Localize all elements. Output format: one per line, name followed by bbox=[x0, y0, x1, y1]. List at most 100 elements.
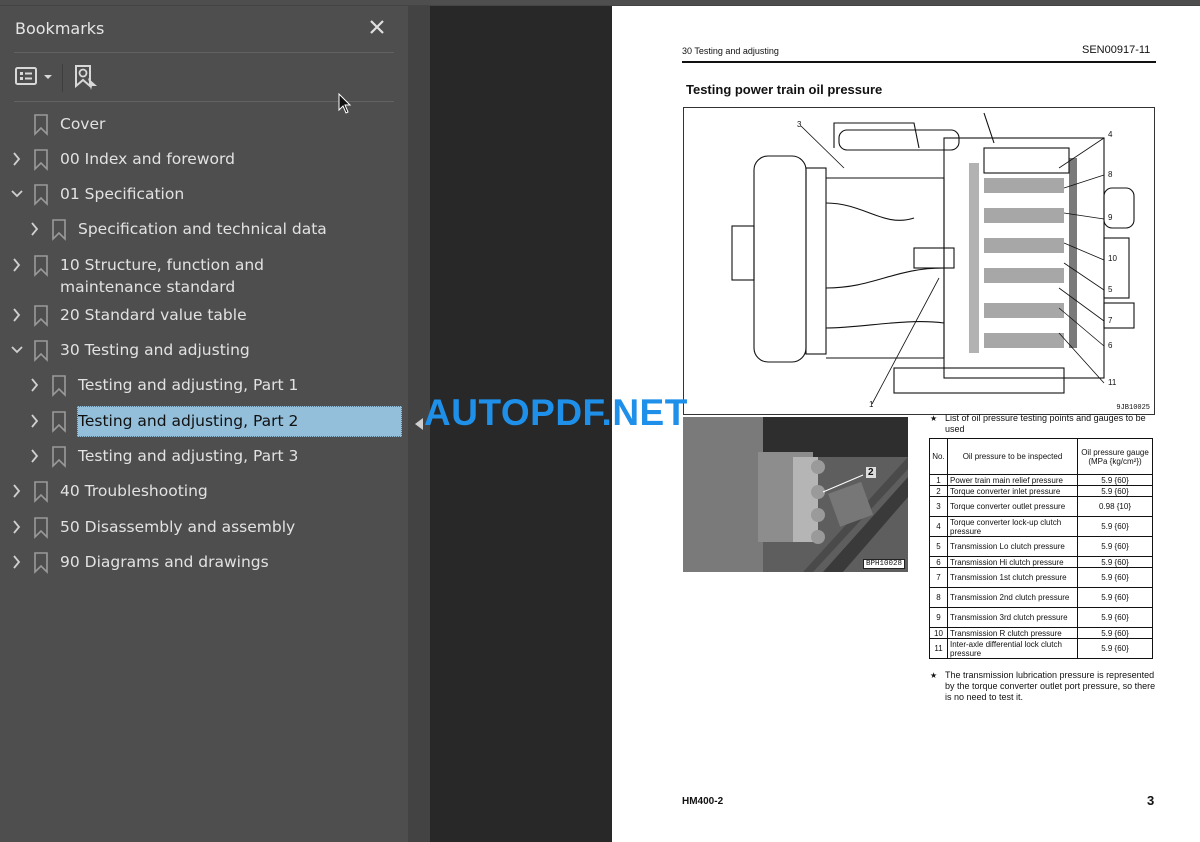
row-item: Transmission 1st clutch pressure bbox=[947, 567, 1078, 588]
pdf-page: 30 Testing and adjusting SEN00917-11 Tes… bbox=[612, 6, 1200, 842]
chevron-right-icon[interactable] bbox=[10, 257, 24, 273]
bookmark-icon bbox=[34, 517, 48, 539]
star-icon: ★ bbox=[930, 671, 938, 680]
chevron-right-icon[interactable] bbox=[10, 151, 24, 167]
row-gauge: 5.9 {60} bbox=[1077, 567, 1153, 588]
row-gauge: 5.9 {60} bbox=[1077, 587, 1153, 608]
table-row: 11 Inter-axle differential lock clutch pr… bbox=[929, 638, 1153, 659]
callout-7: 7 bbox=[1108, 316, 1113, 325]
find-current-bookmark-button[interactable] bbox=[72, 64, 100, 90]
bookmark-item[interactable]: Testing and adjusting, Part 2 bbox=[0, 406, 408, 437]
chevron-right-icon[interactable] bbox=[10, 307, 24, 323]
table-row: 9 Transmission 3rd clutch pressure 5.9 {60… bbox=[929, 607, 1153, 628]
bookmark-icon bbox=[34, 340, 48, 362]
bookmark-icon bbox=[34, 149, 48, 171]
table-row: 5 Transmission Lo clutch pressure 5.9 {60} bbox=[929, 536, 1153, 557]
bookmarks-toolbar bbox=[14, 58, 394, 98]
bookmark-label: 00 Index and foreword bbox=[60, 150, 235, 168]
bookmark-icon bbox=[52, 446, 66, 468]
row-item: Transmission 2nd clutch pressure bbox=[947, 587, 1078, 608]
bookmark-icon bbox=[52, 375, 66, 397]
bookmark-icon bbox=[52, 411, 66, 433]
bookmark-label: Testing and adjusting, Part 2 bbox=[78, 412, 299, 430]
transmission-drawing bbox=[731, 112, 1135, 405]
collapse-panel-arrow-icon[interactable] bbox=[415, 418, 423, 430]
close-icon bbox=[370, 20, 384, 34]
row-number: 9 bbox=[929, 607, 948, 628]
row-number: 11 bbox=[929, 638, 948, 659]
row-number: 4 bbox=[929, 516, 948, 537]
table-row: 7 Transmission 1st clutch pressure 5.9 {60… bbox=[929, 567, 1153, 588]
bookmark-options-button[interactable] bbox=[14, 64, 54, 90]
bookmark-label: Cover bbox=[60, 115, 106, 133]
bookmark-item[interactable]: 01 Specification bbox=[0, 179, 408, 209]
panel-title: Bookmarks bbox=[15, 19, 105, 38]
close-panel-button[interactable] bbox=[366, 16, 388, 38]
row-item: Transmission 3rd clutch pressure bbox=[947, 607, 1078, 628]
bookmark-item[interactable]: 30 Testing and adjusting bbox=[0, 335, 408, 365]
bookmark-item[interactable]: 90 Diagrams and drawings bbox=[0, 547, 408, 577]
star-icon: ★ bbox=[930, 414, 938, 423]
header-gauge: Oil pressure gauge (MPa {kg/cm²}) bbox=[1077, 438, 1153, 475]
list-options-icon bbox=[15, 67, 52, 85]
table-row: 4 Torque converter lock-up clutch pressur… bbox=[929, 516, 1153, 537]
bookmark-item[interactable]: Testing and adjusting, Part 3 bbox=[0, 441, 408, 471]
photo-code: BPH10028 bbox=[862, 559, 905, 569]
footer-model: HM400-2 bbox=[682, 796, 724, 807]
page-number: 3 bbox=[1147, 793, 1155, 808]
table-row: 1 Power train main relief pressure 5.9 {60… bbox=[929, 474, 1153, 486]
row-item: Torque converter lock-up clutch pressure bbox=[947, 516, 1078, 537]
oil-pressure-table: No. Oil pressure to be inspected Oil pre… bbox=[929, 438, 1153, 659]
chevron-right-icon[interactable] bbox=[28, 221, 42, 237]
toolbar-separator bbox=[62, 64, 63, 92]
row-item: Power train main relief pressure bbox=[947, 474, 1078, 486]
figure-code: 9JB10025 bbox=[1116, 404, 1150, 412]
table-row: 6 Transmission Hi clutch pressure 5.9 {60} bbox=[929, 556, 1153, 568]
bookmark-icon bbox=[34, 552, 48, 574]
bookmark-icon bbox=[34, 481, 48, 503]
chevron-right-icon[interactable] bbox=[10, 519, 24, 535]
row-number: 5 bbox=[929, 536, 948, 557]
bookmark-item[interactable]: 50 Disassembly and assembly bbox=[0, 512, 408, 542]
page-header-doc-id: SEN00917-11 bbox=[1082, 44, 1151, 56]
callout-10: 10 bbox=[1108, 254, 1117, 263]
chevron-right-icon[interactable] bbox=[28, 448, 42, 464]
panel-divider bbox=[14, 52, 394, 53]
bookmark-label: 40 Troubleshooting bbox=[60, 482, 208, 500]
callout-6: 6 bbox=[1108, 341, 1113, 350]
bottom-note: The transmission lubrication pressure is… bbox=[945, 670, 1156, 702]
chevron-right-icon[interactable] bbox=[28, 377, 42, 393]
header-rule bbox=[682, 61, 1156, 63]
bookmark-item[interactable]: Specification and technical data bbox=[0, 214, 408, 244]
row-item: Transmission R clutch pressure bbox=[947, 627, 1078, 639]
bookmark-icon bbox=[34, 305, 48, 327]
bookmark-label: Specification and technical data bbox=[78, 220, 327, 238]
bookmark-label: 30 Testing and adjusting bbox=[60, 341, 250, 359]
chevron-right-icon[interactable] bbox=[10, 483, 24, 499]
bookmark-label: 90 Diagrams and drawings bbox=[60, 553, 269, 571]
table-header-row: No. Oil pressure to be inspected Oil pre… bbox=[929, 438, 1153, 475]
bookmark-item[interactable]: 00 Index and foreword bbox=[0, 144, 408, 174]
chevron-right-icon[interactable] bbox=[10, 554, 24, 570]
callout-5: 5 bbox=[1108, 285, 1113, 294]
chevron-down-icon[interactable] bbox=[10, 342, 24, 358]
bookmark-label: Testing and adjusting, Part 3 bbox=[78, 447, 299, 465]
chevron-right-icon[interactable] bbox=[28, 413, 42, 429]
find-current-bookmark-icon bbox=[75, 65, 97, 90]
row-gauge: 5.9 {60} bbox=[1077, 607, 1153, 628]
callout-9: 9 bbox=[1108, 213, 1113, 222]
callout-8: 8 bbox=[1108, 170, 1113, 179]
bookmark-label: 20 Standard value table bbox=[60, 306, 247, 324]
chevron-down-icon[interactable] bbox=[10, 186, 24, 202]
row-gauge: 5.9 {60} bbox=[1077, 638, 1153, 659]
bookmark-icon bbox=[34, 255, 48, 277]
bookmark-item[interactable]: 20 Standard value table bbox=[0, 300, 408, 330]
bookmark-item[interactable]: Testing and adjusting, Part 1 bbox=[0, 370, 408, 400]
bookmark-item[interactable]: 10 Structure, function and maintenance s… bbox=[0, 250, 408, 300]
toolbar-divider bbox=[14, 101, 394, 102]
row-item: Inter-axle differential lock clutch pres… bbox=[947, 638, 1078, 659]
bookmark-item[interactable]: 40 Troubleshooting bbox=[0, 476, 408, 506]
table-row: 10 Transmission R clutch pressure 5.9 {60} bbox=[929, 627, 1153, 639]
bookmark-label: 50 Disassembly and assembly bbox=[60, 518, 296, 536]
row-item: Torque converter outlet pressure bbox=[947, 496, 1078, 517]
